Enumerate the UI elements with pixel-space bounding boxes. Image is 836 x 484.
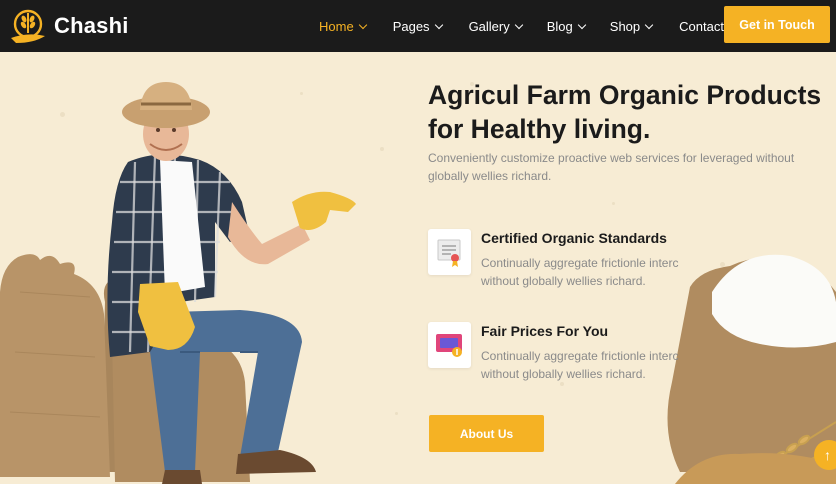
nav-item-contact[interactable]: Contact: [679, 19, 724, 34]
burlap-sack: [0, 254, 110, 477]
nav-item-label: Blog: [546, 18, 573, 34]
price-tag-icon: [428, 322, 471, 368]
feature-title: Certified Organic Standards: [481, 230, 667, 246]
main-menu: Home Pages Gallery Blog Shop Contact: [319, 0, 724, 52]
nav-item-label: Home: [319, 18, 354, 34]
feature-description: Continually aggregate frictionle interc …: [481, 349, 679, 381]
top-navbar: Chashi Home Pages Gallery Blog Shop Cont…: [0, 0, 836, 52]
nav-item-blog[interactable]: Blog: [546, 18, 587, 34]
nav-item-home[interactable]: Home: [319, 18, 367, 34]
certificate-icon: [428, 229, 471, 275]
nav-item-shop[interactable]: Shop: [609, 18, 654, 34]
get-in-touch-button[interactable]: Get in Touch: [724, 6, 830, 43]
arrow-up-icon: ↑: [824, 447, 831, 463]
feature-description: Continually aggregate frictionle interc …: [481, 256, 679, 288]
about-us-button[interactable]: About Us: [429, 415, 544, 452]
scroll-to-top-button[interactable]: ↑: [814, 440, 836, 470]
chevron-down-icon: [434, 20, 443, 29]
chevron-down-icon: [358, 20, 367, 29]
nav-item-label: Contact: [679, 18, 724, 34]
feature-title: Fair Prices For You: [481, 323, 609, 339]
nav-item-label: Gallery: [468, 18, 510, 34]
nav-item-label: Shop: [609, 18, 641, 34]
chevron-down-icon: [577, 20, 587, 29]
hero-section: Agricul Farm Organic Products for Health…: [0, 52, 836, 484]
hero-subtext: Conveniently customize proactive web ser…: [428, 151, 795, 183]
chevron-down-icon: [514, 20, 523, 29]
brand-logo[interactable]: Chashi: [8, 6, 129, 46]
nav-item-gallery[interactable]: Gallery: [468, 18, 523, 34]
hero-headline: Agricul Farm Organic Products for Health…: [428, 80, 822, 144]
chevron-down-icon: [644, 20, 654, 29]
wheat-logo-icon: [8, 6, 48, 46]
nav-item-pages[interactable]: Pages: [392, 18, 443, 34]
nav-item-label: Pages: [392, 18, 430, 34]
brand-name: Chashi: [54, 13, 129, 38]
